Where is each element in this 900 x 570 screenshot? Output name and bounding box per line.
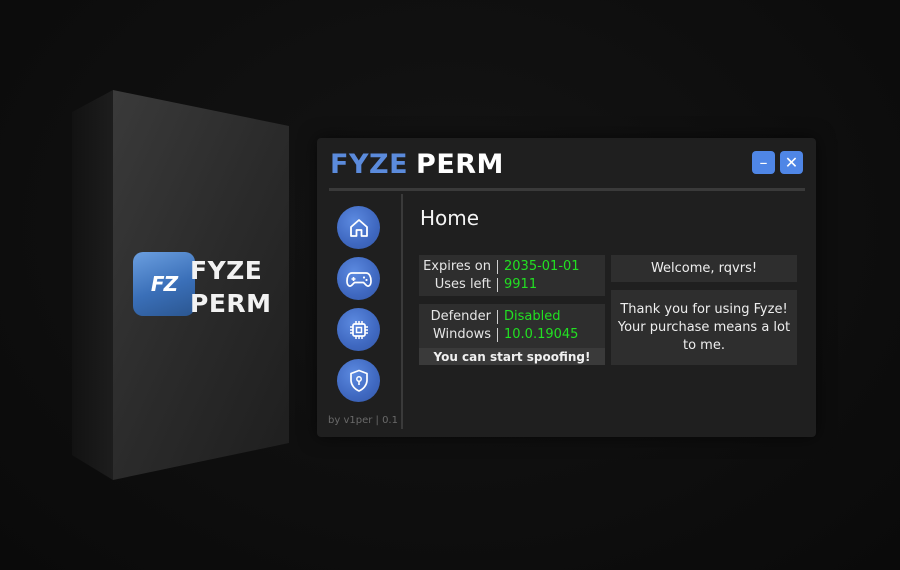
system-panel: Defender Disabled Windows 10.0.19045 (419, 304, 605, 348)
defender-label: Defender (430, 309, 491, 324)
welcome-message: Welcome, rqvrs! (611, 255, 797, 282)
cpu-chip-icon (349, 320, 368, 339)
home-icon (349, 218, 368, 237)
sidebar-divider (401, 194, 403, 429)
shield-lock-icon (349, 369, 368, 392)
app-title: FYZE PERM (330, 149, 504, 180)
uses-label: Uses left (434, 277, 491, 292)
app-window: FYZE PERM – ✕ by v1per | 0.1 Home Expire… (317, 138, 816, 437)
page-title: Home (420, 206, 480, 230)
minimize-button[interactable]: – (752, 151, 775, 174)
thanks-message: Thank you for using Fyze! Your purchase … (611, 290, 797, 365)
nav-security-button[interactable] (337, 359, 380, 402)
expires-value: 2035-01-01 (504, 259, 580, 274)
license-panel: Expires on 2035-01-01 Uses left 9911 (419, 255, 605, 296)
nav-hardware-button[interactable] (337, 308, 380, 351)
box-title: FYZE PERM (190, 256, 272, 318)
gamepad-icon (345, 271, 372, 287)
nav-home-button[interactable] (337, 206, 380, 249)
expires-label: Expires on (423, 259, 491, 274)
version-footer: by v1per | 0.1 (328, 415, 398, 426)
windows-label: Windows (432, 327, 491, 342)
nav-games-button[interactable] (337, 257, 380, 300)
header-divider (329, 188, 805, 191)
close-button[interactable]: ✕ (780, 151, 803, 174)
uses-value: 9911 (504, 277, 538, 292)
spoof-status: You can start spoofing! (419, 348, 605, 365)
windows-value: 10.0.19045 (504, 327, 579, 342)
defender-value: Disabled (504, 309, 561, 324)
box-logo: FZ (133, 252, 195, 316)
